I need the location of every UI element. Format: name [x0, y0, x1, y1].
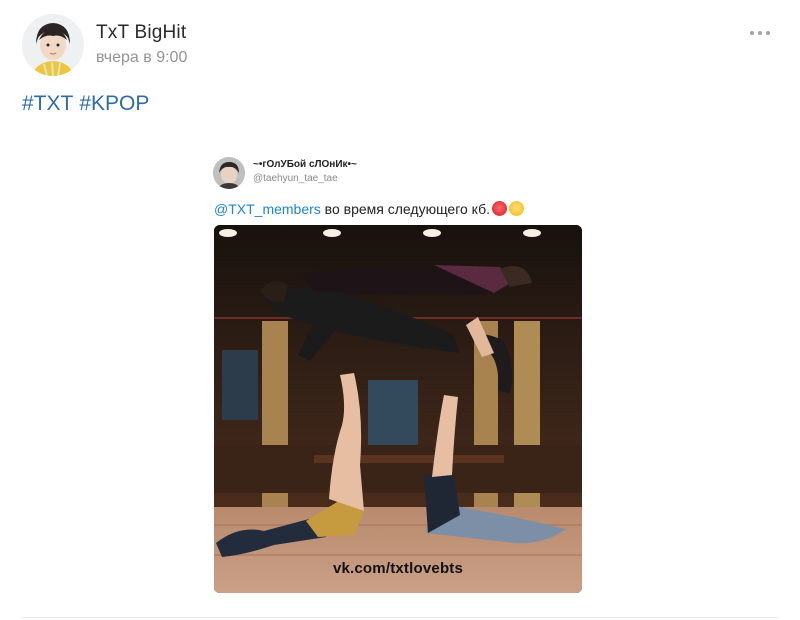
dot [758, 31, 762, 35]
acrobatic-yoga-photo: vk.com/txtlovebts [214, 225, 582, 593]
dot [766, 31, 770, 35]
tweet-display-name: ~•гОлУБой сЛОнИк•~ [253, 159, 357, 170]
tweet-handle: @taehyun_tae_tae [253, 173, 338, 184]
post-hashtags: #TXT #KPOP [22, 92, 155, 116]
hashtag-kpop[interactable]: #KPOP [79, 92, 149, 115]
post-timestamp[interactable]: вчера в 9:00 [96, 49, 187, 67]
post-divider [22, 617, 778, 618]
avatar-portrait [22, 14, 84, 76]
hot-face-emoji-icon [492, 201, 508, 216]
tweet-mention: @TXT_members [214, 201, 321, 217]
tweet-avatar-portrait [213, 157, 245, 189]
hashtag-txt[interactable]: #TXT [22, 92, 73, 115]
tweet-avatar [213, 157, 245, 189]
photo-scene [214, 225, 582, 593]
author-avatar[interactable] [22, 14, 84, 76]
embedded-tweet-image[interactable]: ~•гОлУБой сЛОнИк•~ @taehyun_tae_tae @TXT… [205, 145, 597, 600]
dot [750, 31, 754, 35]
photo-watermark: vk.com/txtlovebts [332, 560, 464, 577]
ellipsis-icon[interactable] [750, 26, 774, 40]
tweet-body: во время следующего кб. [320, 201, 491, 217]
pleading-face-emoji-icon [509, 201, 525, 216]
tweet-text: @TXT_members во время следующего кб. [214, 201, 525, 217]
author-name[interactable]: TxT BigHit [96, 22, 186, 44]
